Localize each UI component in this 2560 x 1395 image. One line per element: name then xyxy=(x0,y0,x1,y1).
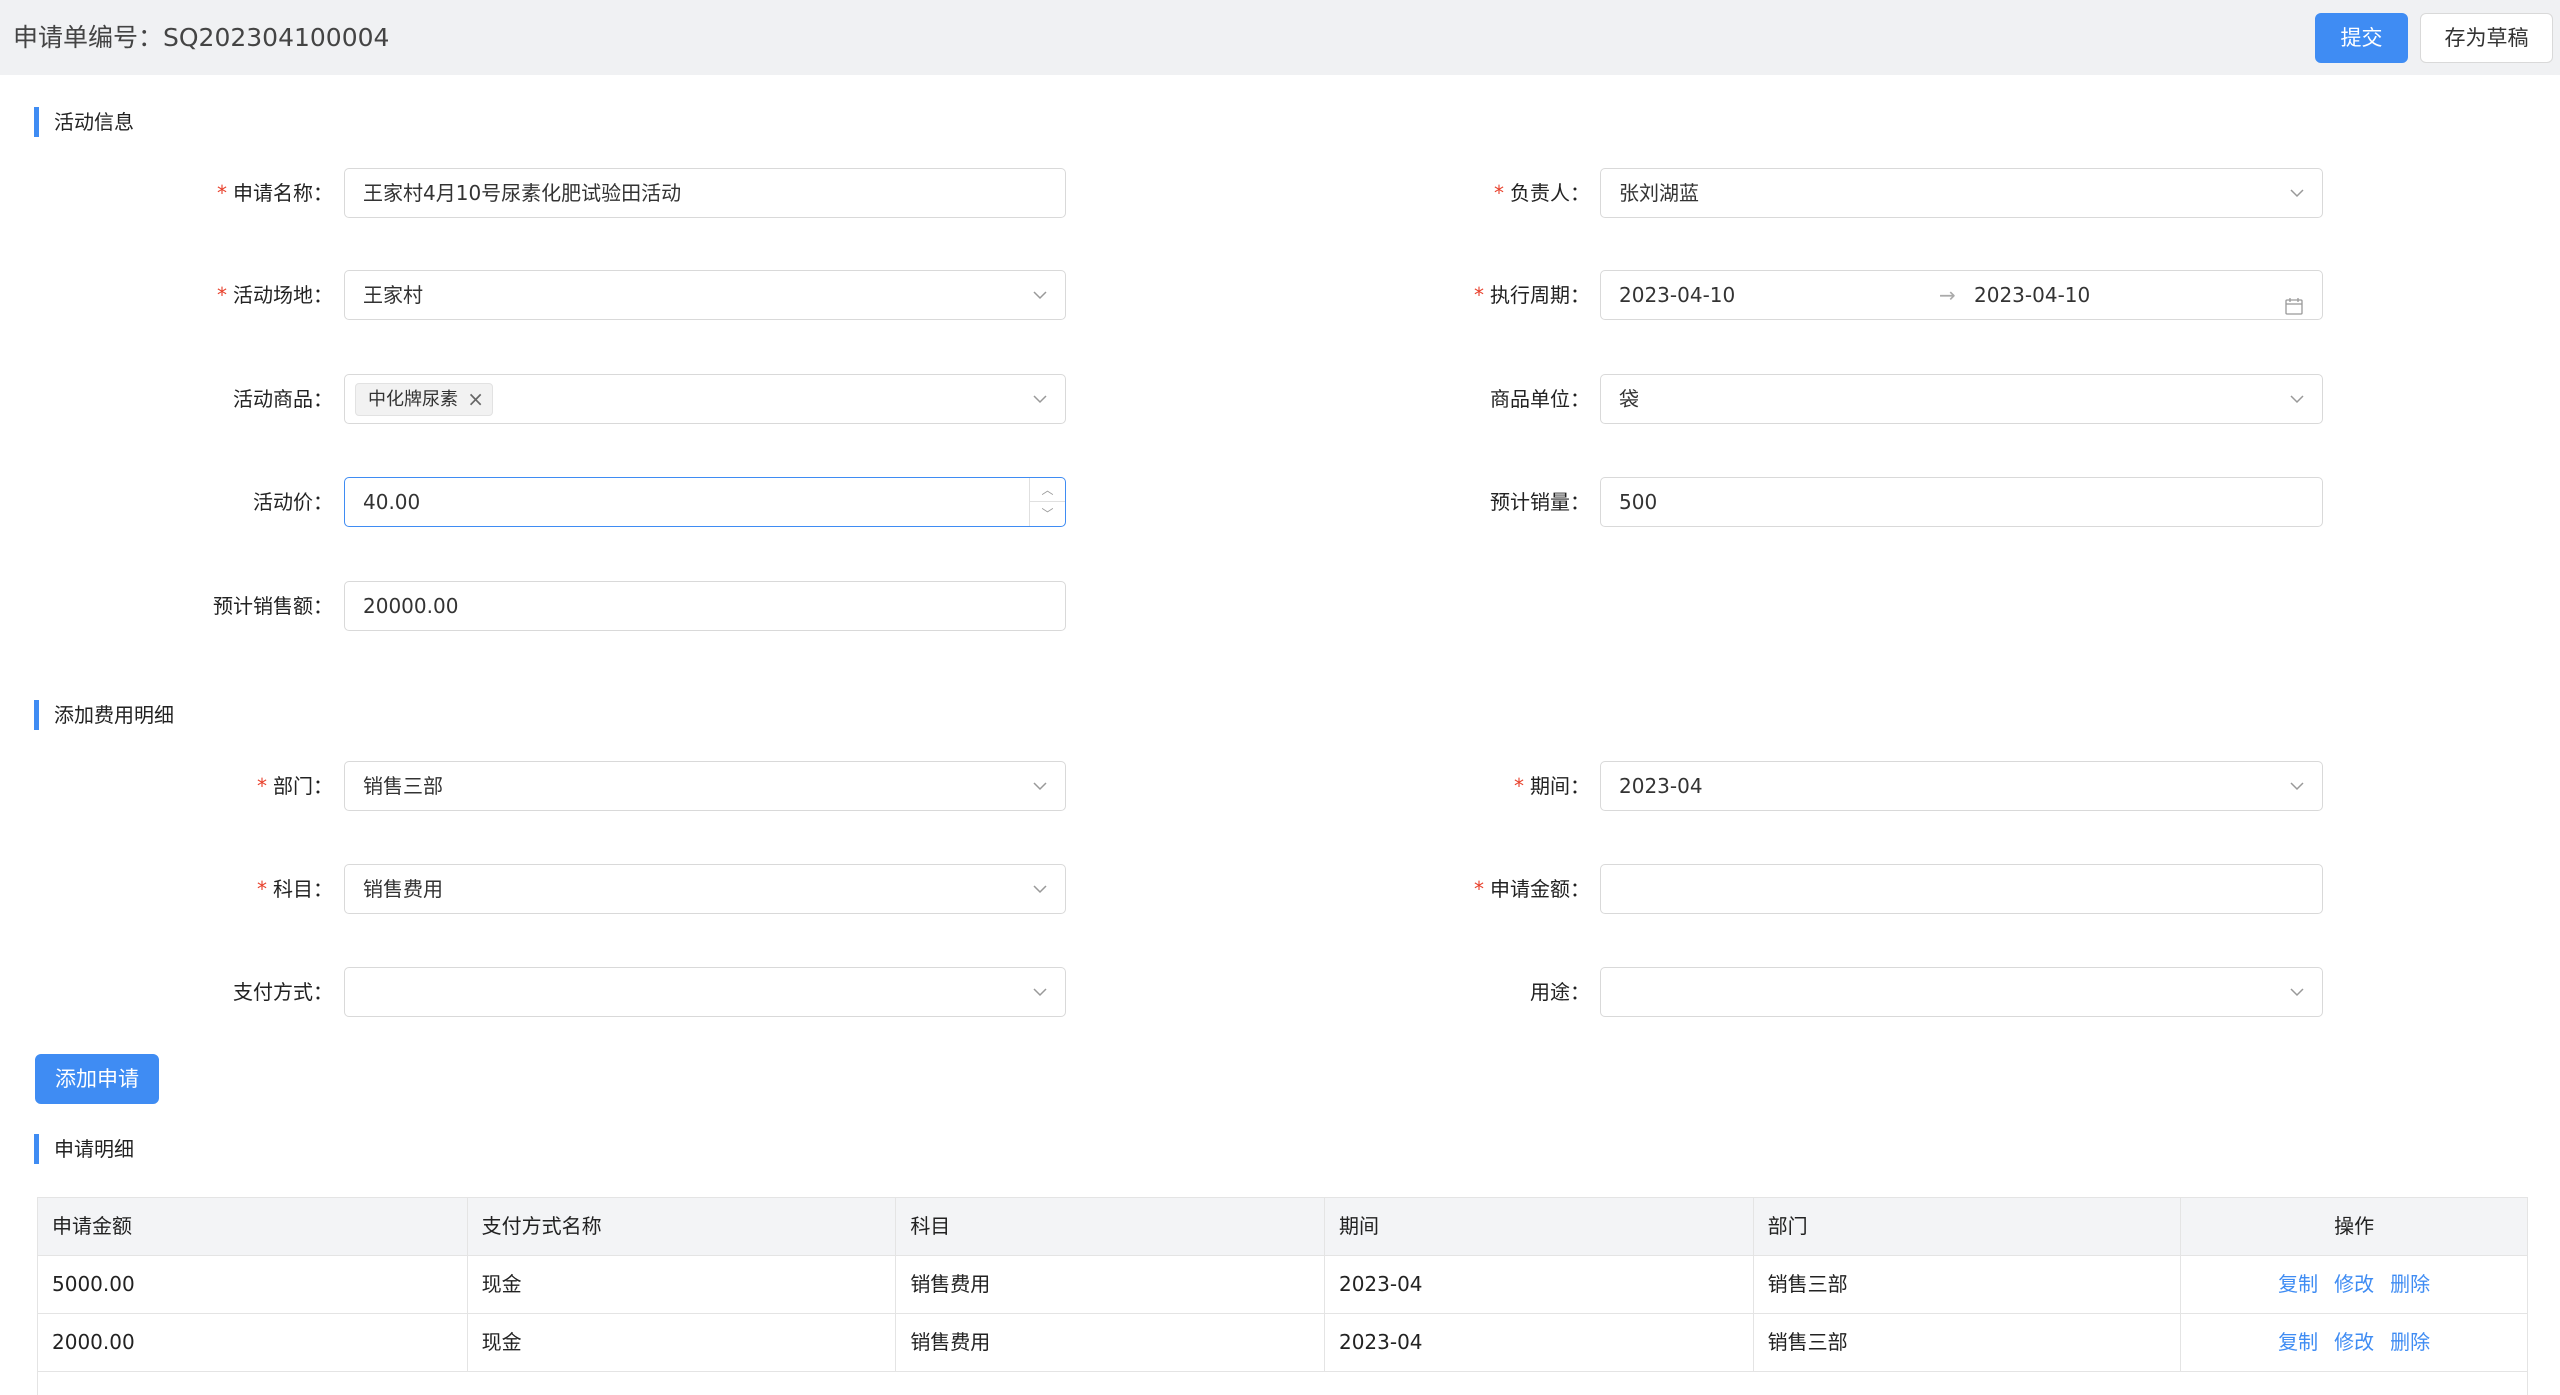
required-mark: * xyxy=(217,181,227,205)
subject-label: * 科目： xyxy=(257,877,333,901)
actions-cell: 复制 修改 删除 xyxy=(2181,1256,2527,1313)
usage-label: 用途： xyxy=(1530,980,1590,1004)
period-start-date[interactable]: 2023-04-10 xyxy=(1619,283,1735,307)
term-label: * 期间： xyxy=(1514,774,1590,798)
required-mark: * xyxy=(257,774,267,798)
column-header: 科目 xyxy=(896,1198,1325,1255)
table-row-empty xyxy=(38,1372,2527,1395)
chevron-down-icon xyxy=(1033,985,1047,999)
application-name-input[interactable]: 王家村4月10号尿素化肥试验田活动 xyxy=(344,168,1066,218)
column-header: 支付方式名称 xyxy=(468,1198,897,1255)
subject-cell: 销售费用 xyxy=(896,1256,1325,1313)
save-draft-button[interactable]: 存为草稿 xyxy=(2420,13,2553,63)
amount-cell: 5000.00 xyxy=(38,1256,468,1313)
copy-link[interactable]: 复制 xyxy=(2278,1272,2318,1296)
product-tag: 中化牌尿素 × xyxy=(355,383,493,416)
unit-label: 商品单位： xyxy=(1490,387,1590,411)
product-multi-select[interactable]: 中化牌尿素 × xyxy=(344,374,1066,424)
chevron-down-icon xyxy=(1033,779,1047,793)
amount-label: * 申请金额： xyxy=(1474,877,1590,901)
actions-cell: 复制 修改 删除 xyxy=(2181,1314,2527,1371)
department-cell: 销售三部 xyxy=(1754,1256,2182,1313)
term-select[interactable]: 2023-04 xyxy=(1600,761,2323,811)
chevron-down-icon xyxy=(1033,882,1047,896)
decrement-icon[interactable]: ﹀ xyxy=(1030,502,1065,526)
period-end-date[interactable]: 2023-04-10 xyxy=(1974,271,2090,319)
required-mark: * xyxy=(1494,181,1504,205)
sales-amount-input[interactable]: 20000.00 xyxy=(344,581,1066,631)
required-mark: * xyxy=(1474,877,1484,901)
sales-volume-input[interactable]: 500 xyxy=(1600,477,2323,527)
subject-cell: 销售费用 xyxy=(896,1314,1325,1371)
amount-cell: 2000.00 xyxy=(38,1314,468,1371)
table-header-row: 申请金额 支付方式名称 科目 期间 部门 操作 xyxy=(38,1198,2527,1256)
increment-icon[interactable]: ︿ xyxy=(1030,478,1065,502)
page-title: 申请单编号：SQ202304100004 xyxy=(13,23,390,52)
chevron-down-icon xyxy=(2290,186,2304,200)
subject-select[interactable]: 销售费用 xyxy=(344,864,1066,914)
venue-label: * 活动场地： xyxy=(217,283,333,307)
chevron-down-icon xyxy=(1033,392,1047,406)
required-mark: * xyxy=(1514,774,1524,798)
payment-label: 支付方式： xyxy=(233,980,333,1004)
product-label: 活动商品： xyxy=(233,387,333,411)
payment-method-select[interactable] xyxy=(344,967,1066,1017)
submit-button[interactable]: 提交 xyxy=(2315,13,2408,63)
sales-amount-label: 预计销售额： xyxy=(213,594,333,618)
section-title-expense: 添加费用明细 xyxy=(34,700,174,730)
price-stepper: ︿ ﹀ xyxy=(1029,478,1065,526)
payment-cell: 现金 xyxy=(468,1256,897,1313)
close-icon[interactable]: × xyxy=(467,384,484,415)
term-cell: 2023-04 xyxy=(1325,1314,1754,1371)
unit-select[interactable]: 袋 xyxy=(1600,374,2323,424)
chevron-down-icon xyxy=(2290,779,2304,793)
department-cell: 销售三部 xyxy=(1754,1314,2182,1371)
column-header: 申请金额 xyxy=(38,1198,468,1255)
owner-label: * 负责人： xyxy=(1494,181,1590,205)
usage-select[interactable] xyxy=(1600,967,2323,1017)
required-mark: * xyxy=(257,877,267,901)
edit-link[interactable]: 修改 xyxy=(2334,1272,2374,1296)
calendar-icon xyxy=(2284,285,2304,333)
delete-link[interactable]: 删除 xyxy=(2390,1330,2430,1354)
required-mark: * xyxy=(217,283,227,307)
section-title-activity: 活动信息 xyxy=(34,107,134,137)
name-label: * 申请名称： xyxy=(217,181,333,205)
activity-price-input[interactable]: 40.00 ︿ ﹀ xyxy=(344,477,1066,527)
copy-link[interactable]: 复制 xyxy=(2278,1330,2318,1354)
payment-cell: 现金 xyxy=(468,1314,897,1371)
venue-select[interactable]: 王家村 xyxy=(344,270,1066,320)
period-label: * 执行周期： xyxy=(1474,283,1590,307)
owner-select[interactable]: 张刘湖蓝 xyxy=(1600,168,2323,218)
chevron-down-icon xyxy=(2290,392,2304,406)
add-application-button[interactable]: 添加申请 xyxy=(35,1054,159,1104)
range-separator: → xyxy=(1939,283,1956,307)
sales-volume-label: 预计销量： xyxy=(1490,490,1590,514)
section-title-detail: 申请明细 xyxy=(34,1134,134,1164)
application-detail-table: 申请金额 支付方式名称 科目 期间 部门 操作 5000.00 现金 销售费用 … xyxy=(37,1197,2528,1395)
table-row: 2000.00 现金 销售费用 2023-04 销售三部 复制 修改 删除 xyxy=(38,1314,2527,1372)
execution-period-range-picker[interactable]: 2023-04-10 → 2023-04-10 xyxy=(1600,270,2323,320)
department-select[interactable]: 销售三部 xyxy=(344,761,1066,811)
price-label: 活动价： xyxy=(253,490,333,514)
chevron-down-icon xyxy=(1033,288,1047,302)
table-row: 5000.00 现金 销售费用 2023-04 销售三部 复制 修改 删除 xyxy=(38,1256,2527,1314)
required-mark: * xyxy=(1474,283,1484,307)
department-label: * 部门： xyxy=(257,774,333,798)
column-header: 期间 xyxy=(1325,1198,1754,1255)
edit-link[interactable]: 修改 xyxy=(2334,1330,2374,1354)
delete-link[interactable]: 删除 xyxy=(2390,1272,2430,1296)
page-header: 申请单编号：SQ202304100004 提交 存为草稿 xyxy=(0,0,2560,75)
column-header: 部门 xyxy=(1754,1198,2182,1255)
chevron-down-icon xyxy=(2290,985,2304,999)
apply-amount-input[interactable] xyxy=(1600,864,2323,914)
term-cell: 2023-04 xyxy=(1325,1256,1754,1313)
column-header: 操作 xyxy=(2334,1214,2375,1238)
